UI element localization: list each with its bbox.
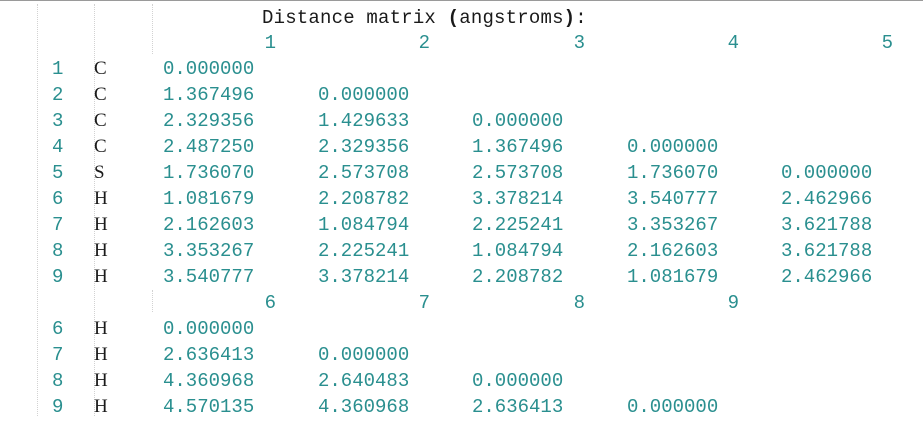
row-index: 3 — [52, 110, 64, 132]
row-element: C — [94, 84, 107, 105]
title-unit: angstroms — [459, 7, 564, 29]
row-element: S — [94, 162, 105, 183]
distance-value: 0.000000 — [627, 396, 719, 418]
distance-value: 0.000000 — [627, 136, 719, 158]
row-element: H — [94, 188, 108, 209]
distance-value: 0.000000 — [318, 344, 410, 366]
distance-value: 2.225241 — [318, 240, 410, 262]
title-prefix: Distance matrix — [262, 7, 448, 29]
top-border — [0, 0, 923, 1]
distance-value: 2.329356 — [163, 110, 255, 132]
distance-value: 0.000000 — [163, 318, 255, 340]
distance-value: 3.621788 — [781, 214, 873, 236]
distance-value: 2.208782 — [318, 188, 410, 210]
distance-value: 0.000000 — [472, 370, 564, 392]
column-header: 7 — [418, 292, 430, 314]
column-header: 3 — [573, 32, 585, 54]
distance-value: 2.162603 — [627, 240, 719, 262]
distance-value: 2.573708 — [318, 162, 410, 184]
distance-value: 2.573708 — [472, 162, 564, 184]
distance-value: 3.378214 — [472, 188, 564, 210]
matrix-title: Distance matrix (angstroms): — [262, 7, 587, 29]
distance-value: 1.081679 — [627, 266, 719, 288]
distance-value: 2.462966 — [781, 188, 873, 210]
row-index: 6 — [52, 188, 64, 210]
column-header: 2 — [418, 32, 430, 54]
column-header: 9 — [727, 292, 739, 314]
title-close-paren: ) — [563, 7, 576, 29]
column-header: 4 — [727, 32, 739, 54]
row-index: 5 — [52, 162, 64, 184]
row-element: C — [94, 136, 107, 157]
row-index: 8 — [52, 240, 64, 262]
row-element: C — [94, 110, 107, 131]
distance-value: 2.636413 — [163, 344, 255, 366]
distance-value: 0.000000 — [163, 58, 255, 80]
distance-value: 3.621788 — [781, 240, 873, 262]
row-index: 4 — [52, 136, 64, 158]
distance-value: 3.378214 — [318, 266, 410, 288]
distance-value: 2.208782 — [472, 266, 564, 288]
distance-value: 3.540777 — [163, 266, 255, 288]
row-index: 9 — [52, 396, 64, 418]
distance-value: 3.353267 — [627, 214, 719, 236]
row-index: 1 — [52, 58, 64, 80]
distance-value: 1.081679 — [163, 188, 255, 210]
column-header: 5 — [881, 32, 893, 54]
title-suffix: : — [575, 7, 587, 29]
row-element: H — [94, 214, 108, 235]
distance-value: 4.570135 — [163, 396, 255, 418]
column-guide-line — [37, 4, 38, 416]
title-open-paren: ( — [447, 7, 460, 29]
distance-value: 1.736070 — [627, 162, 719, 184]
column-header: 8 — [573, 292, 585, 314]
row-element: H — [94, 370, 108, 391]
distance-value: 2.462966 — [781, 266, 873, 288]
column-guide-line — [152, 4, 153, 54]
column-guide-line — [152, 290, 153, 312]
distance-value: 4.360968 — [318, 396, 410, 418]
column-header: 1 — [264, 32, 276, 54]
distance-value: 3.540777 — [627, 188, 719, 210]
distance-value: 2.162603 — [163, 214, 255, 236]
column-header: 6 — [264, 292, 276, 314]
distance-value: 0.000000 — [318, 84, 410, 106]
distance-value: 2.636413 — [472, 396, 564, 418]
distance-value: 2.225241 — [472, 214, 564, 236]
distance-value: 1.367496 — [472, 136, 564, 158]
distance-value: 0.000000 — [472, 110, 564, 132]
row-element: H — [94, 344, 108, 365]
distance-value: 1.084794 — [472, 240, 564, 262]
distance-value: 2.329356 — [318, 136, 410, 158]
distance-value: 2.487250 — [163, 136, 255, 158]
distance-value: 2.640483 — [318, 370, 410, 392]
row-element: H — [94, 318, 108, 339]
row-element: H — [94, 396, 108, 417]
row-element: C — [94, 58, 107, 79]
row-index: 2 — [52, 84, 64, 106]
row-index: 7 — [52, 344, 64, 366]
row-index: 6 — [52, 318, 64, 340]
row-element: H — [94, 266, 108, 287]
distance-value: 1.736070 — [163, 162, 255, 184]
distance-value: 1.429633 — [318, 110, 410, 132]
distance-value: 1.367496 — [163, 84, 255, 106]
distance-value: 0.000000 — [781, 162, 873, 184]
row-index: 8 — [52, 370, 64, 392]
row-index: 9 — [52, 266, 64, 288]
distance-value: 3.353267 — [163, 240, 255, 262]
distance-value: 1.084794 — [318, 214, 410, 236]
distance-value: 4.360968 — [163, 370, 255, 392]
row-index: 7 — [52, 214, 64, 236]
row-element: H — [94, 240, 108, 261]
